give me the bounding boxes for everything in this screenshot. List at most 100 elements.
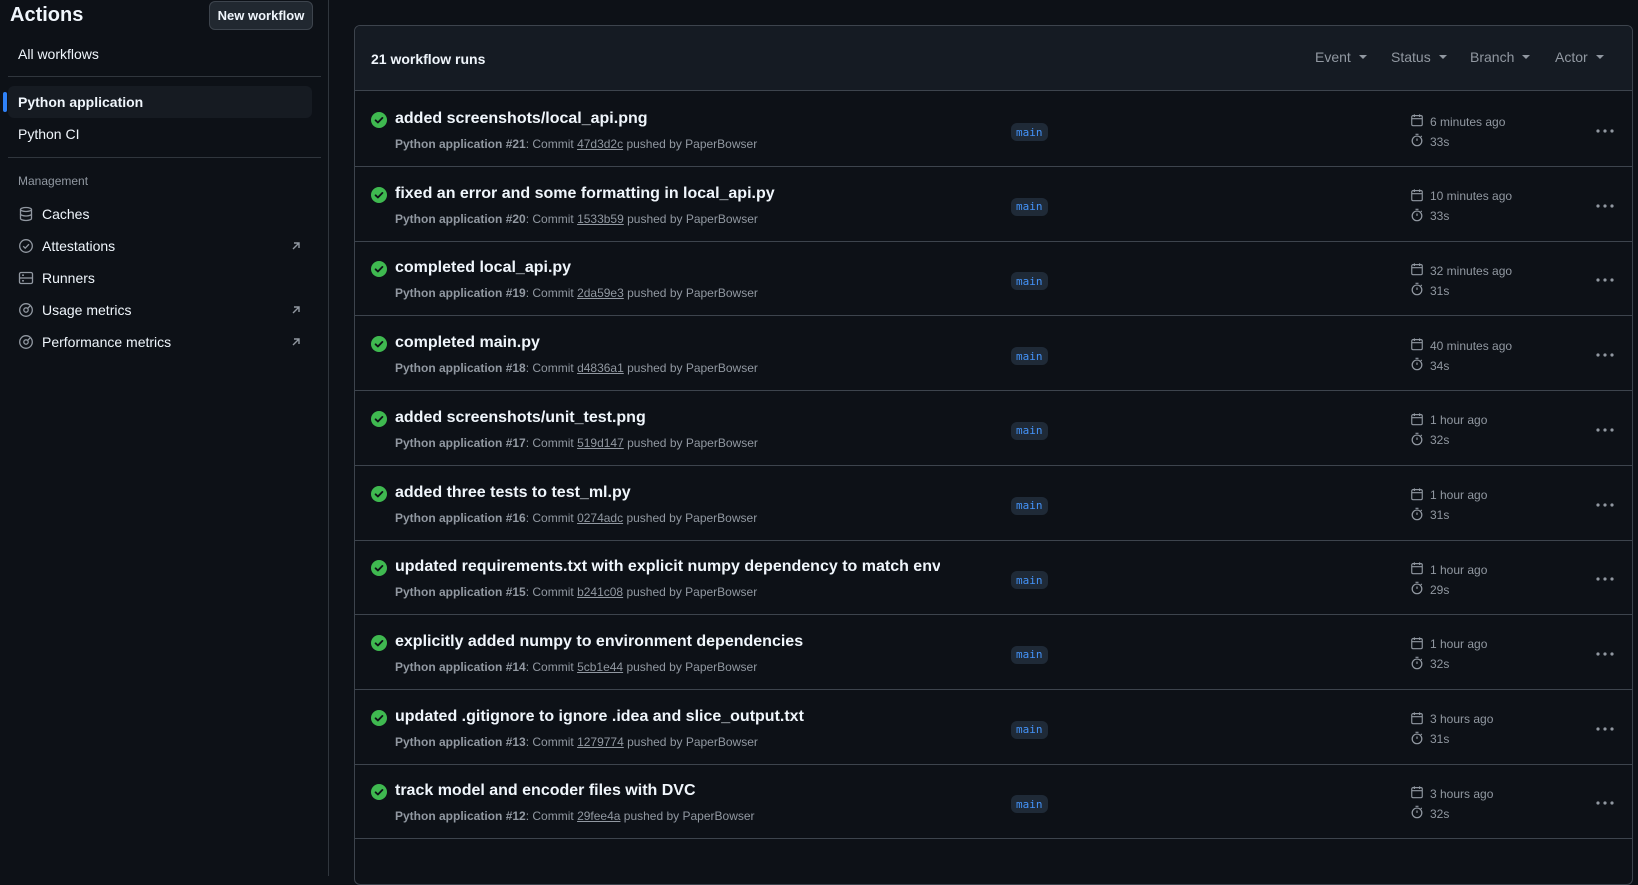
run-title-link[interactable]: fixed an error and some formatting in lo…	[395, 185, 775, 203]
branch-label[interactable]: main	[1011, 571, 1048, 590]
kebab-horizontal-icon[interactable]	[1595, 719, 1615, 739]
run-number: #16	[505, 510, 526, 525]
branch-label[interactable]: main	[1011, 645, 1048, 664]
kebab-horizontal-icon[interactable]	[1595, 644, 1615, 664]
sidebar-item-caches[interactable]: Caches	[8, 198, 312, 230]
workflow-name: Python application	[395, 809, 503, 824]
stopwatch-icon	[1410, 656, 1430, 673]
kebab-horizontal-icon[interactable]	[1595, 121, 1615, 141]
calendar-icon	[1410, 262, 1430, 279]
run-meta: Python application #21: Commit 47d3d2c p…	[395, 137, 758, 151]
sidebar-item-usage-metrics[interactable]: Usage metrics	[8, 294, 312, 326]
branch-filter[interactable]: Branch	[1470, 49, 1531, 65]
run-number: #18	[505, 361, 526, 376]
external-link-icon	[288, 302, 304, 318]
table-row: track model and encoder files with DVC Py…	[355, 764, 1632, 840]
duration-text: 32s	[1430, 433, 1450, 448]
stopwatch-icon	[1410, 805, 1430, 822]
duration-text: 29s	[1430, 582, 1450, 597]
all-workflows-link[interactable]: All workflows	[8, 38, 312, 70]
duration-text: 33s	[1430, 134, 1450, 149]
run-time: 3 hours ago	[1410, 711, 1493, 728]
branch-label[interactable]: main	[1011, 421, 1048, 440]
sidebar-item-runners[interactable]: Runners	[8, 262, 312, 294]
time-text: 1 hour ago	[1430, 637, 1488, 652]
status-filter[interactable]: Status	[1391, 49, 1447, 65]
actor-filter[interactable]: Actor	[1555, 49, 1604, 65]
commit-sha-link[interactable]: 2da59e3	[577, 286, 624, 300]
sidebar-item-python-ci[interactable]: Python CI	[8, 118, 312, 150]
branch-label[interactable]: main	[1011, 272, 1048, 291]
verified-icon	[18, 238, 34, 254]
run-title-link[interactable]: track model and encoder files with DVC	[395, 782, 696, 800]
run-title-link[interactable]: explicitly added numpy to environment de…	[395, 633, 803, 651]
commit-sha-link[interactable]: 1533b59	[577, 212, 624, 226]
kebab-horizontal-icon[interactable]	[1595, 270, 1615, 290]
stopwatch-icon	[1410, 432, 1430, 449]
kebab-horizontal-icon[interactable]	[1595, 345, 1615, 365]
kebab-horizontal-icon[interactable]	[1595, 495, 1615, 515]
branch-label[interactable]: main	[1011, 197, 1048, 216]
run-meta: Python application #19: Commit 2da59e3 p…	[395, 286, 758, 301]
kebab-horizontal-icon[interactable]	[1595, 196, 1615, 216]
run-number: #12	[505, 809, 526, 824]
stopwatch-icon	[1410, 208, 1430, 225]
sidebar-item-performance-metrics[interactable]: Performance metrics	[8, 326, 312, 358]
caret-down-icon	[1522, 55, 1531, 59]
run-number: #19	[505, 286, 526, 301]
caret-down-icon	[1358, 55, 1367, 59]
commit-sha-link[interactable]: d4836a1	[577, 361, 624, 375]
run-title-link[interactable]: updated requirements.txt with explicit n…	[395, 558, 940, 576]
actor-name: PaperBowser	[685, 510, 758, 525]
commit-sha-link[interactable]: 0274adc	[577, 511, 623, 525]
run-title-link[interactable]: added screenshots/unit_test.png	[395, 409, 646, 427]
run-title-link[interactable]: updated .gitignore to ignore .idea and s…	[395, 708, 804, 726]
workflow-name: Python application	[395, 659, 503, 674]
workflow-name: Python application	[395, 286, 503, 301]
sidebar-item-python-application[interactable]: Python application	[3, 86, 312, 118]
branch-label[interactable]: main	[1011, 720, 1048, 739]
run-duration: 31s	[1410, 731, 1449, 748]
kebab-horizontal-icon[interactable]	[1595, 420, 1615, 440]
branch-label[interactable]: main	[1011, 347, 1048, 366]
commit-sha-link[interactable]: 5cb1e44	[577, 660, 623, 674]
run-time: 1 hour ago	[1410, 636, 1487, 653]
sidebar-item-attestations[interactable]: Attestations	[8, 230, 312, 262]
check-circle-icon	[371, 410, 387, 427]
sidebar-item-label: Attestations	[42, 238, 116, 254]
commit-sha-link[interactable]: 1279774	[577, 735, 624, 749]
run-title-link[interactable]: completed local_api.py	[395, 259, 571, 277]
run-meta: Python application #14: Commit 5cb1e44 p…	[395, 659, 758, 674]
run-duration: 33s	[1410, 133, 1449, 150]
calendar-icon	[1410, 113, 1430, 130]
table-row: added screenshots/unit_test.png Python ap…	[355, 391, 1632, 466]
calendar-icon	[1410, 636, 1430, 653]
stopwatch-icon	[1410, 357, 1430, 374]
sidebar-divider	[8, 76, 321, 77]
filter-label: Event	[1315, 49, 1351, 65]
branch-label[interactable]: main	[1011, 795, 1048, 814]
calendar-icon	[1410, 337, 1430, 354]
branch-label[interactable]: main	[1011, 123, 1048, 141]
commit-sha-link[interactable]: 519d147	[577, 436, 624, 450]
check-circle-icon	[371, 634, 387, 651]
kebab-horizontal-icon[interactable]	[1595, 793, 1615, 813]
workflow-name: Python application	[395, 211, 503, 226]
time-text: 1 hour ago	[1430, 562, 1488, 577]
filter-label: Branch	[1470, 49, 1515, 65]
new-workflow-button[interactable]: New workflow	[209, 1, 313, 30]
commit-sha-link[interactable]: 29fee4a	[577, 809, 620, 823]
duration-text: 32s	[1430, 657, 1450, 672]
commit-sha-link[interactable]: 47d3d2c	[577, 137, 623, 151]
run-title-link[interactable]: added three tests to test_ml.py	[395, 484, 631, 502]
duration-text: 31s	[1430, 283, 1450, 298]
workflow-name: Python application	[395, 510, 503, 525]
event-filter[interactable]: Event	[1315, 49, 1367, 65]
run-title-link[interactable]: completed main.py	[395, 334, 540, 352]
kebab-horizontal-icon[interactable]	[1595, 569, 1615, 589]
duration-text: 32s	[1430, 806, 1450, 821]
branch-label[interactable]: main	[1011, 496, 1048, 515]
run-title-link[interactable]: added screenshots/local_api.png	[395, 110, 648, 128]
commit-sha-link[interactable]: b241c08	[577, 585, 623, 599]
time-text: 1 hour ago	[1430, 413, 1488, 428]
